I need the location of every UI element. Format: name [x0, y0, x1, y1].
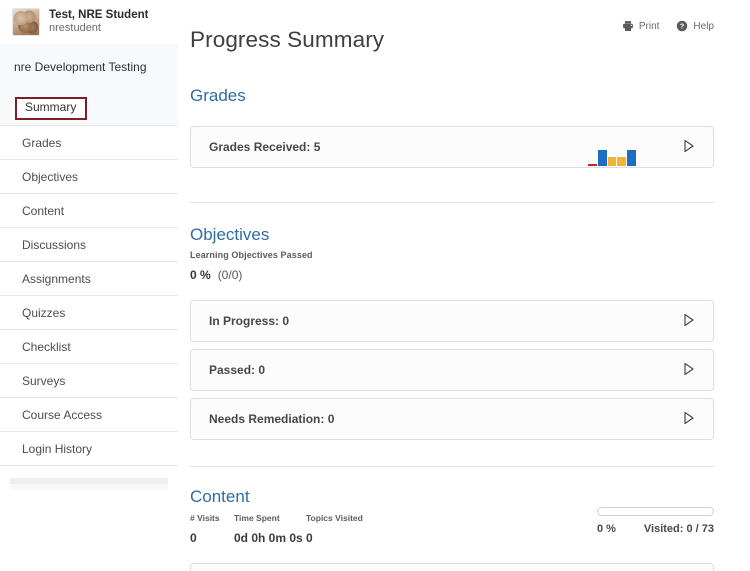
chart-bar	[607, 157, 617, 167]
stat-visits-label: # Visits	[190, 513, 220, 524]
sidebar-item-assignments[interactable]: Assignments	[0, 262, 178, 296]
section-divider	[190, 466, 714, 468]
sidebar-item-label: Summary	[15, 97, 88, 120]
user-avatar-photo	[12, 8, 40, 36]
progress-summary-page: Test, NRE Student nrestudent nre Develop…	[0, 0, 750, 571]
objectives-in-progress-card[interactable]: In Progress: 0	[190, 300, 714, 343]
section-divider	[190, 202, 714, 204]
sidebar-item-label: Objectives	[22, 169, 79, 184]
help-button[interactable]: ? Help	[676, 20, 714, 32]
objectives-in-progress-label: In Progress: 0	[209, 314, 290, 329]
user-handle: nrestudent	[49, 22, 101, 35]
sidebar-horizontal-scrollbar[interactable]	[10, 478, 168, 490]
objectives-sub-label: Learning Objectives Passed	[190, 250, 313, 261]
content-topics-visited-card[interactable]: Topics Visited: 0	[190, 563, 714, 571]
sidebar-item-discussions[interactable]: Discussions	[0, 228, 178, 262]
grades-received-label: Grades Received: 5	[209, 140, 321, 155]
objectives-section: Objectives Learning Objectives Passed 0 …	[190, 225, 714, 468]
content-progress: 0 % Visited: 0 / 73	[597, 507, 714, 535]
objectives-percent-row: 0 % (0/0)	[190, 268, 714, 282]
triangle-right-icon[interactable]	[683, 362, 697, 378]
print-button[interactable]: Print	[622, 20, 660, 32]
progress-meta: 0 % Visited: 0 / 73	[597, 523, 714, 535]
sidebar-nav: Summary Grades Objectives Content Discus…	[0, 92, 178, 466]
sidebar-item-quizzes[interactable]: Quizzes	[0, 296, 178, 330]
stat-visits-value: 0	[190, 531, 197, 546]
objectives-passed-label: Passed: 0	[209, 363, 266, 378]
objectives-percent: 0 %	[190, 268, 211, 283]
header-actions: Print ? Help	[622, 12, 714, 32]
page-header: Progress Summary Print ? Help	[190, 0, 714, 68]
sidebar-item-label: Login History	[22, 441, 93, 456]
sidebar-item-label: Quizzes	[22, 305, 66, 320]
sidebar-item-grades[interactable]: Grades	[0, 126, 178, 160]
sidebar-item-label: Grades	[22, 135, 62, 150]
sidebar-item-label: Assignments	[22, 271, 91, 286]
sidebar-item-summary[interactable]: Summary	[0, 92, 178, 126]
sidebar-item-course-access[interactable]: Course Access	[0, 398, 178, 432]
page-title: Progress Summary	[190, 27, 385, 53]
sidebar-scrollbar-thumb[interactable]	[10, 484, 168, 490]
progress-percent: 0 %	[597, 523, 616, 536]
sidebar-item-checklist[interactable]: Checklist	[0, 330, 178, 364]
main-content: Progress Summary Print ? Help Grades Gra…	[178, 0, 750, 571]
progress-visited: Visited: 0 / 73	[643, 523, 714, 536]
user-text: Test, NRE Student nrestudent	[49, 8, 148, 36]
objectives-passed-card[interactable]: Passed: 0	[190, 349, 714, 392]
grades-section-title: Grades	[190, 86, 246, 106]
course-title: nre Development Testing	[0, 44, 178, 92]
triangle-right-icon[interactable]	[683, 411, 697, 427]
print-label: Print	[638, 20, 660, 32]
grades-sparkline-chart	[588, 148, 636, 167]
stat-time-spent-label: Time Spent	[234, 513, 280, 524]
objectives-section-title: Objectives	[190, 225, 270, 245]
help-label: Help	[693, 20, 714, 32]
user-profile-block[interactable]: Test, NRE Student nrestudent	[0, 0, 178, 44]
sidebar-item-label: Discussions	[22, 237, 87, 252]
chart-bar	[588, 164, 597, 167]
question-circle-icon: ?	[676, 20, 688, 32]
objectives-needs-remediation-card[interactable]: Needs Remediation: 0	[190, 398, 714, 441]
stat-topics-visited: Topics Visited 0	[306, 513, 363, 545]
sidebar-item-login-history[interactable]: Login History	[0, 432, 178, 466]
sidebar-item-label: Checklist	[22, 339, 71, 354]
sidebar-item-objectives[interactable]: Objectives	[0, 160, 178, 194]
stat-time-spent-value: 0d 0h 0m 0s	[234, 531, 303, 546]
progress-bar	[597, 507, 714, 517]
stat-time-spent: Time Spent 0d 0h 0m 0s	[234, 513, 306, 545]
stat-visits: # Visits 0	[190, 513, 234, 545]
triangle-right-icon[interactable]	[683, 139, 697, 155]
stat-topics-visited-value: 0	[306, 531, 313, 546]
svg-text:?: ?	[680, 22, 685, 31]
chart-bar	[617, 157, 627, 167]
objectives-needs-remediation-label: Needs Remediation: 0	[209, 412, 335, 427]
sidebar-item-content[interactable]: Content	[0, 194, 178, 228]
triangle-right-icon[interactable]	[683, 313, 697, 329]
user-name: Test, NRE Student	[49, 8, 149, 21]
sidebar-item-label: Course Access	[22, 407, 103, 422]
printer-icon	[622, 20, 634, 32]
content-section-title: Content	[190, 487, 250, 507]
grades-section: Grades Grades Received: 5	[190, 86, 714, 204]
chart-bar	[627, 150, 636, 167]
objectives-fraction: (0/0)	[217, 268, 243, 283]
sidebar-item-label: Content	[22, 203, 65, 218]
sidebar-item-surveys[interactable]: Surveys	[0, 364, 178, 398]
stat-topics-visited-label: Topics Visited	[306, 513, 363, 524]
sidebar-item-label: Surveys	[22, 373, 66, 388]
content-section: Content # Visits 0 Time Spent 0d 0h 0m 0…	[190, 487, 714, 571]
chart-bar	[597, 150, 607, 167]
sidebar: Test, NRE Student nrestudent nre Develop…	[0, 0, 178, 571]
